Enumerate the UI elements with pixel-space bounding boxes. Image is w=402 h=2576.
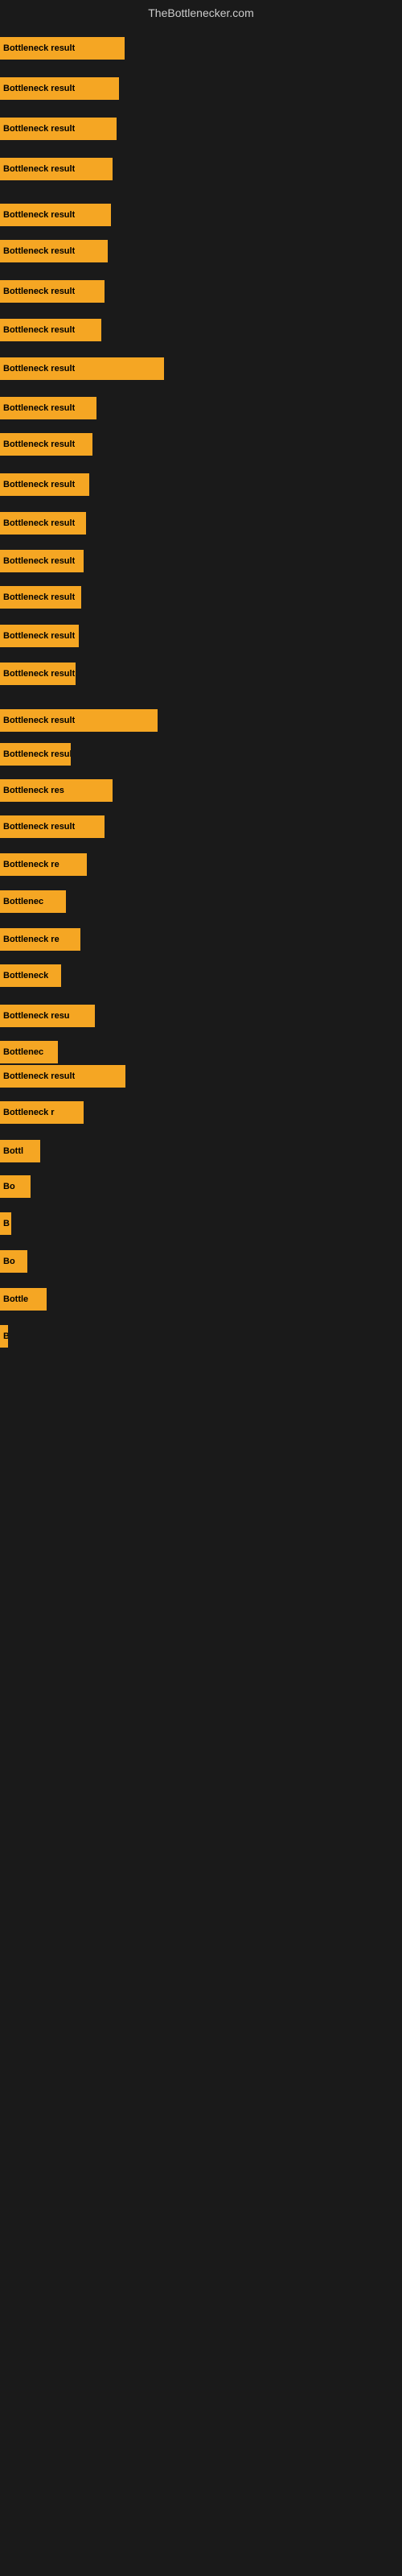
bar-item-15: Bottleneck result: [0, 625, 79, 647]
bar-item-19: Bottleneck res: [0, 779, 113, 802]
bar-item-9: Bottleneck result: [0, 397, 96, 419]
bar-label-31: B: [3, 1219, 10, 1228]
bar-label-24: Bottleneck: [3, 971, 48, 980]
bar-item-34: B: [0, 1325, 8, 1348]
bar-label-18: Bottleneck result: [3, 749, 71, 759]
bar-item-32: Bo: [0, 1250, 27, 1273]
bar-item-20: Bottleneck result: [0, 815, 105, 838]
bar-item-26: Bottlenec: [0, 1041, 58, 1063]
bar-label-16: Bottleneck result: [3, 669, 75, 679]
bar-label-12: Bottleneck result: [3, 518, 75, 528]
bar-label-0: Bottleneck result: [3, 43, 75, 53]
bar-label-34: B: [3, 1331, 8, 1341]
bar-label-28: Bottleneck r: [3, 1108, 55, 1117]
bar-item-33: Bottle: [0, 1288, 47, 1311]
bar-item-18: Bottleneck result: [0, 743, 71, 766]
bar-label-1: Bottleneck result: [3, 84, 75, 93]
bar-label-6: Bottleneck result: [3, 287, 75, 296]
bar-label-22: Bottlenec: [3, 897, 43, 906]
bar-label-14: Bottleneck result: [3, 592, 75, 602]
bar-item-14: Bottleneck result: [0, 586, 81, 609]
bar-item-21: Bottleneck re: [0, 853, 87, 876]
bar-label-27: Bottleneck result: [3, 1071, 75, 1081]
bar-item-27: Bottleneck result: [0, 1065, 125, 1088]
bar-item-30: Bo: [0, 1175, 31, 1198]
bar-label-33: Bottle: [3, 1294, 28, 1304]
bar-label-20: Bottleneck result: [3, 822, 75, 832]
bar-item-1: Bottleneck result: [0, 77, 119, 100]
bar-item-23: Bottleneck re: [0, 928, 80, 951]
bar-label-23: Bottleneck re: [3, 935, 59, 944]
bar-item-8: Bottleneck result: [0, 357, 164, 380]
bar-item-25: Bottleneck resu: [0, 1005, 95, 1027]
bar-item-24: Bottleneck: [0, 964, 61, 987]
bar-item-5: Bottleneck result: [0, 240, 108, 262]
bar-label-9: Bottleneck result: [3, 403, 75, 413]
bar-label-2: Bottleneck result: [3, 124, 75, 134]
bar-item-2: Bottleneck result: [0, 118, 117, 140]
bar-label-30: Bo: [3, 1182, 15, 1191]
site-title: TheBottlenecker.com: [0, 0, 402, 23]
chart-area: Bottleneck result Bottleneck result Bottle…: [0, 23, 402, 2566]
bar-item-10: Bottleneck result: [0, 433, 92, 456]
bar-item-16: Bottleneck result: [0, 663, 76, 685]
bar-item-13: Bottleneck result: [0, 550, 84, 572]
bar-item-28: Bottleneck r: [0, 1101, 84, 1124]
bar-item-22: Bottlenec: [0, 890, 66, 913]
bar-label-19: Bottleneck res: [3, 786, 64, 795]
bar-label-13: Bottleneck result: [3, 556, 75, 566]
bar-label-29: Bottl: [3, 1146, 23, 1156]
bar-label-25: Bottleneck resu: [3, 1011, 70, 1021]
bar-label-8: Bottleneck result: [3, 364, 75, 374]
bar-item-31: B: [0, 1212, 11, 1235]
bar-item-17: Bottleneck result: [0, 709, 158, 732]
bar-label-5: Bottleneck result: [3, 246, 75, 256]
bar-label-11: Bottleneck result: [3, 480, 75, 489]
bar-item-0: Bottleneck result: [0, 37, 125, 60]
bar-label-4: Bottleneck result: [3, 210, 75, 220]
bar-label-15: Bottleneck result: [3, 631, 75, 641]
bar-item-11: Bottleneck result: [0, 473, 89, 496]
bar-label-10: Bottleneck result: [3, 440, 75, 449]
bar-item-3: Bottleneck result: [0, 158, 113, 180]
bar-label-3: Bottleneck result: [3, 164, 75, 174]
bar-label-17: Bottleneck result: [3, 716, 75, 725]
bar-item-29: Bottl: [0, 1140, 40, 1162]
bar-label-21: Bottleneck re: [3, 860, 59, 869]
bar-item-12: Bottleneck result: [0, 512, 86, 535]
bar-label-26: Bottlenec: [3, 1047, 43, 1057]
bar-label-7: Bottleneck result: [3, 325, 75, 335]
bar-item-6: Bottleneck result: [0, 280, 105, 303]
bar-label-32: Bo: [3, 1257, 15, 1266]
bar-item-4: Bottleneck result: [0, 204, 111, 226]
bar-item-7: Bottleneck result: [0, 319, 101, 341]
